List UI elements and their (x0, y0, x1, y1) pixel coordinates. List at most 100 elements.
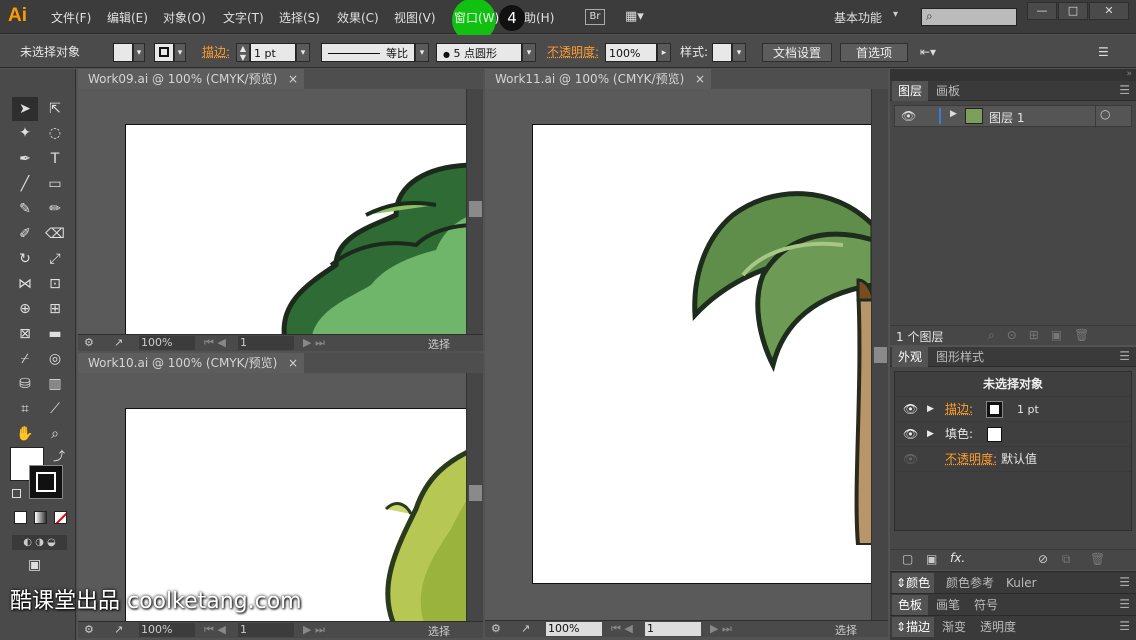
tab-appearance[interactable]: 外观 (892, 347, 929, 367)
swap-colors-icon[interactable]: ⤴ (53, 447, 65, 464)
close-window-button[interactable]: ✕ (1089, 2, 1129, 20)
close-icon[interactable]: × (288, 69, 298, 89)
expand-arrow-icon[interactable]: ▶ (950, 109, 957, 119)
shape-builder-tool-icon[interactable]: ⊕ (12, 297, 38, 321)
menu-effect[interactable]: 效果(C) (337, 9, 379, 26)
page-field[interactable]: 1 (645, 622, 701, 636)
expand-arrow-icon[interactable]: ▶ (927, 422, 934, 447)
eraser-tool-icon[interactable]: ⌫ (42, 222, 68, 246)
panel-menu-icon[interactable]: ☰ (1098, 43, 1118, 62)
tab-graphic-styles[interactable]: 图形样式 (930, 347, 990, 367)
next-page-icon[interactable]: ▶ ⏭ (710, 622, 732, 636)
gradient-mode-icon[interactable] (34, 511, 47, 524)
pen-tool-icon[interactable]: ✒ (12, 147, 38, 171)
lasso-tool-icon[interactable]: ◌ (42, 121, 68, 145)
opacity-dropdown[interactable]: ▸ (657, 43, 671, 62)
zoom-field[interactable]: 100% (139, 623, 195, 637)
first-page-icon[interactable]: ⏮ ◀ (611, 622, 633, 636)
zoom-field[interactable]: 100% (139, 336, 195, 350)
add-stroke-icon[interactable]: ▢ (902, 552, 913, 566)
blob-brush-tool-icon[interactable]: ✐ (12, 222, 38, 246)
layer-name[interactable]: 图层 1 (989, 109, 1024, 126)
tab-work09[interactable]: Work09.ai @ 100% (CMYK/预览) × (78, 69, 304, 89)
color-mode-icon[interactable] (14, 511, 27, 524)
panel-menu-icon[interactable]: ☰ (1119, 349, 1130, 363)
first-page-icon[interactable]: ⏮ ◀ (204, 336, 226, 350)
brush-definition[interactable]: ● 5 点圆形 (436, 43, 522, 62)
canvas[interactable] (78, 89, 466, 334)
tab-stroke[interactable]: ⇕描边 (892, 617, 935, 637)
first-page-icon[interactable]: ⏮ ◀ (204, 623, 226, 637)
drawing-modes-icon[interactable]: ◐ ◑ ◒ (12, 535, 67, 550)
canvas[interactable] (485, 89, 871, 622)
settings-icon[interactable]: ⚙ (84, 336, 94, 349)
eye-icon[interactable]: 👁 (903, 422, 918, 447)
eye-icon[interactable]: 👁 (901, 109, 916, 123)
stroke-label[interactable]: 描边: (202, 43, 230, 62)
layer-row[interactable]: 👁 ▶ 图层 1 ○ (894, 105, 1132, 128)
tab-brushes[interactable]: 画笔 (930, 595, 966, 615)
fill-swatch[interactable] (987, 427, 1002, 442)
mesh-tool-icon[interactable]: ⊠ (12, 322, 38, 346)
eye-icon[interactable]: 👁 (903, 397, 918, 422)
page-field[interactable]: 1 (238, 623, 294, 637)
tab-color[interactable]: ⇕颜色 (892, 573, 935, 593)
tab-gradient[interactable]: 渐变 (936, 617, 972, 637)
align-icon[interactable]: ⇤▾ (920, 43, 948, 62)
gradient-tool-icon[interactable]: ▬ (42, 322, 68, 346)
page-field[interactable]: 1 (238, 336, 294, 350)
appearance-stroke-row[interactable]: 👁 ▶ 描边: 1 pt (895, 397, 1131, 422)
vertical-scrollbar[interactable] (466, 373, 483, 623)
artboard-tool-icon[interactable]: ⌗ (12, 397, 38, 421)
paintbrush-tool-icon[interactable]: ✎ (12, 197, 38, 221)
tab-layers[interactable]: 图层 (892, 81, 929, 101)
direct-selection-tool-icon[interactable]: ⇱ (42, 97, 68, 121)
tab-color-guide[interactable]: 颜色参考 (940, 573, 1000, 593)
stroke-weight-dropdown[interactable]: ▾ (296, 43, 310, 62)
preferences-button[interactable]: 首选项 (840, 43, 908, 62)
tab-work11[interactable]: Work11.ai @ 100% (CMYK/预览) × (485, 69, 711, 89)
magic-wand-tool-icon[interactable]: ✦ (12, 121, 38, 145)
menu-edit[interactable]: 编辑(E) (107, 9, 148, 26)
opacity-field[interactable]: 100% (605, 43, 657, 62)
maximize-button[interactable]: □ (1058, 2, 1088, 20)
appearance-fill-row[interactable]: 👁 ▶ 填色: (895, 422, 1131, 447)
slice-tool-icon[interactable]: ⟋ (42, 397, 68, 421)
width-tool-icon[interactable]: ⋈ (12, 272, 38, 296)
blend-tool-icon[interactable]: ◎ (42, 347, 68, 371)
default-colors-icon[interactable] (12, 489, 21, 498)
stroke-weight-field[interactable]: 1 pt (250, 43, 296, 62)
fill-dropdown[interactable]: ▾ (133, 43, 145, 62)
stroke-swatch[interactable] (154, 43, 174, 62)
symbol-sprayer-tool-icon[interactable]: ⛁ (12, 372, 38, 396)
panel-menu-icon[interactable]: ☰ (1119, 597, 1130, 611)
column-graph-tool-icon[interactable]: ▥ (42, 372, 68, 396)
clear-appearance-icon[interactable]: ⊘ (1038, 552, 1048, 566)
line-tool-icon[interactable]: ╱ (12, 172, 38, 196)
zoom-field[interactable]: 100% (546, 622, 602, 636)
add-fill-icon[interactable]: ▣ (926, 552, 937, 566)
variable-width-profile[interactable]: 等比 (321, 43, 415, 62)
layer-actions-icon[interactable]: ⌕⊙⊞▣🗑 (988, 328, 1101, 343)
next-page-icon[interactable]: ▶ ⏭ (303, 336, 325, 350)
screen-mode-icon[interactable]: ▣ (28, 557, 41, 573)
workspace-switcher[interactable]: 基本功能 (834, 9, 882, 26)
none-mode-icon[interactable] (54, 511, 67, 524)
stroke-swatch[interactable] (986, 401, 1003, 418)
rectangle-tool-icon[interactable]: ▭ (42, 172, 68, 196)
stroke-label[interactable]: 描边: (945, 397, 973, 422)
panel-collapse-bar[interactable]: » (890, 69, 1136, 81)
tab-transparency[interactable]: 透明度 (974, 617, 1022, 637)
minimize-button[interactable]: — (1027, 2, 1057, 20)
stroke-stepper[interactable]: ▲ ▼ (236, 43, 250, 62)
panel-menu-icon[interactable]: ☰ (1119, 83, 1130, 97)
selection-tool-icon[interactable]: ➤ (12, 97, 38, 121)
scroll-thumb[interactable] (469, 201, 482, 217)
menu-window[interactable]: 窗口(W) (454, 9, 499, 26)
brush-dropdown[interactable]: ▾ (522, 43, 536, 62)
vertical-scrollbar[interactable] (466, 89, 483, 334)
scroll-thumb[interactable] (874, 347, 887, 363)
tab-swatches[interactable]: 色板 (892, 595, 929, 615)
zoom-tool-icon[interactable]: ⌕ (42, 422, 68, 446)
stroke-dropdown[interactable]: ▾ (174, 43, 186, 62)
